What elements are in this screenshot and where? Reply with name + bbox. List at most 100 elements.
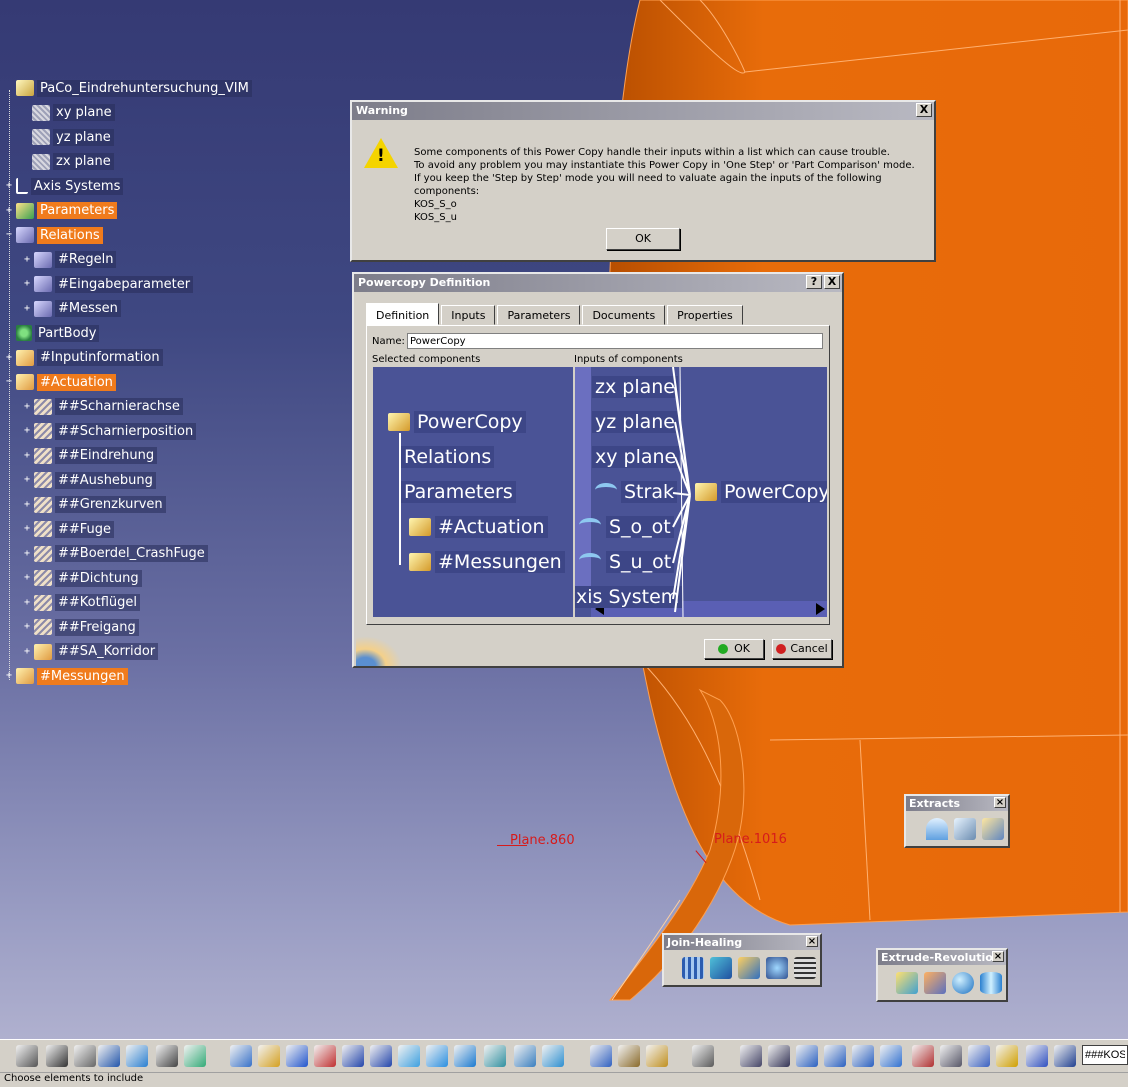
formula-icon[interactable] bbox=[16, 1045, 38, 1067]
tree-node[interactable]: + ##Dichtung bbox=[22, 568, 142, 588]
tree-node[interactable]: + Axis Systems bbox=[4, 176, 124, 196]
tree-node[interactable]: + ##Freigang bbox=[22, 617, 139, 637]
graph-node[interactable]: Relations bbox=[401, 446, 495, 468]
expand-toggle-icon[interactable]: + bbox=[22, 303, 32, 314]
tree-node[interactable]: + ##Grenzkurven bbox=[22, 495, 166, 515]
rotate-icon[interactable] bbox=[314, 1045, 336, 1067]
sketch-grid-icon[interactable] bbox=[796, 1045, 818, 1067]
expand-toggle-icon[interactable]: + bbox=[22, 279, 32, 289]
tree-node[interactable]: PaCo_Eindrehuntersuchung_VIM bbox=[4, 78, 252, 98]
update-icon[interactable] bbox=[692, 1045, 714, 1067]
param-icon[interactable] bbox=[184, 1045, 206, 1067]
graph-node[interactable]: #Messungen bbox=[435, 551, 565, 573]
layer-icon[interactable] bbox=[1054, 1045, 1076, 1067]
tree-node[interactable]: − #Actuation bbox=[4, 372, 116, 392]
tree-node[interactable]: + #Messungen bbox=[4, 666, 128, 686]
list-icon[interactable] bbox=[1026, 1045, 1048, 1067]
inertia-icon[interactable] bbox=[618, 1045, 640, 1067]
close-icon[interactable]: × bbox=[994, 797, 1006, 808]
close-icon[interactable]: × bbox=[806, 936, 818, 947]
fit-all-icon[interactable] bbox=[258, 1045, 280, 1067]
normal-view-icon[interactable] bbox=[398, 1045, 420, 1067]
graph-node[interactable]: Parameters bbox=[401, 481, 516, 503]
tree-node[interactable]: + ##Fuge bbox=[22, 519, 115, 539]
expand-toggle-icon[interactable]: + bbox=[22, 622, 32, 632]
multi-view-icon[interactable] bbox=[426, 1045, 448, 1067]
extract-icon[interactable] bbox=[954, 818, 976, 840]
disassemble-icon[interactable] bbox=[794, 957, 816, 979]
tree-node[interactable]: − Relations bbox=[4, 225, 103, 245]
rotate-axis-icon[interactable] bbox=[740, 1045, 762, 1067]
expand-toggle-icon[interactable]: + bbox=[22, 426, 32, 436]
lock-icon[interactable] bbox=[156, 1045, 178, 1067]
cylinder-icon[interactable] bbox=[980, 972, 1002, 994]
expand-toggle-icon[interactable]: + bbox=[22, 597, 32, 608]
tree-node[interactable]: + #Regeln bbox=[22, 250, 117, 270]
pan-icon[interactable] bbox=[286, 1045, 308, 1067]
tab-properties[interactable]: Properties bbox=[667, 305, 743, 325]
result-node[interactable]: PowerCopy bbox=[721, 481, 827, 503]
expand-toggle-icon[interactable]: + bbox=[22, 646, 32, 657]
tree-node[interactable]: + #Inputinformation bbox=[4, 348, 163, 368]
sweep-icon[interactable] bbox=[940, 1045, 962, 1067]
expand-toggle-icon[interactable]: + bbox=[4, 671, 14, 681]
curve-smooth-icon[interactable] bbox=[738, 957, 760, 979]
hide-show-icon[interactable] bbox=[514, 1045, 536, 1067]
tab-documents[interactable]: Documents bbox=[582, 305, 666, 325]
zoom-out-icon[interactable] bbox=[370, 1045, 392, 1067]
close-icon[interactable]: X bbox=[824, 275, 840, 289]
expand-toggle-icon[interactable]: + bbox=[4, 181, 14, 191]
tab-definition[interactable]: Definition bbox=[366, 303, 440, 325]
sphere-icon[interactable] bbox=[952, 972, 974, 994]
inputs-graph[interactable]: zx plane yz plane xy plane Strak S_o_ot … bbox=[575, 367, 827, 617]
expand-toggle-icon[interactable]: + bbox=[22, 524, 32, 534]
tree-node[interactable]: + ##Scharnierachse bbox=[22, 397, 183, 417]
help-icon[interactable]: ? bbox=[806, 275, 822, 289]
close-icon[interactable]: × bbox=[992, 951, 1004, 962]
analysis-icon[interactable] bbox=[646, 1045, 668, 1067]
ok-button[interactable]: OK bbox=[606, 228, 680, 250]
healing-icon[interactable] bbox=[710, 957, 732, 979]
expand-toggle-icon[interactable]: − bbox=[4, 377, 14, 387]
multiple-extract-icon[interactable] bbox=[982, 818, 1004, 840]
expand-toggle-icon[interactable]: + bbox=[22, 548, 32, 559]
warning-title-bar[interactable]: Warning X bbox=[352, 102, 934, 120]
ok-button[interactable]: OK bbox=[704, 639, 764, 659]
tree-node[interactable]: + ##SA_Korridor bbox=[22, 642, 159, 662]
untrim-icon[interactable] bbox=[766, 957, 788, 979]
axis-icon[interactable] bbox=[768, 1045, 790, 1067]
revolve-icon[interactable] bbox=[924, 972, 946, 994]
tree-node[interactable]: + ##Boerdel_CrashFuge bbox=[22, 544, 208, 564]
expand-toggle-icon[interactable]: + bbox=[22, 450, 32, 461]
tree-node[interactable]: + #Eingabeparameter bbox=[22, 274, 194, 294]
knowledge-icon[interactable] bbox=[74, 1045, 96, 1067]
tree-node[interactable]: + Parameters bbox=[4, 201, 118, 221]
plane-tool-icon[interactable] bbox=[852, 1045, 874, 1067]
join-icon[interactable] bbox=[682, 957, 704, 979]
toolbar-title[interactable]: Join-Healing × bbox=[664, 935, 820, 950]
graph-node[interactable]: #Actuation bbox=[435, 516, 548, 538]
graph-icon[interactable] bbox=[968, 1045, 990, 1067]
expand-toggle-icon[interactable]: + bbox=[4, 352, 14, 363]
expand-toggle-icon[interactable]: − bbox=[4, 230, 14, 240]
select-icon[interactable] bbox=[996, 1045, 1018, 1067]
expand-toggle-icon[interactable]: + bbox=[22, 499, 32, 510]
tree-node[interactable]: yz plane bbox=[20, 127, 114, 147]
tree-node[interactable]: + #Messen bbox=[22, 299, 121, 319]
expand-toggle-icon[interactable]: + bbox=[22, 254, 32, 265]
trim-icon[interactable] bbox=[912, 1045, 934, 1067]
fly-icon[interactable] bbox=[230, 1045, 252, 1067]
tree-node[interactable]: PartBody bbox=[4, 323, 100, 343]
name-field[interactable] bbox=[407, 333, 823, 349]
close-icon[interactable]: X bbox=[916, 103, 932, 117]
tree-node[interactable]: + ##Aushebung bbox=[22, 470, 156, 490]
tab-parameters[interactable]: Parameters bbox=[497, 305, 581, 325]
box-icon[interactable] bbox=[880, 1045, 902, 1067]
tree-icon[interactable] bbox=[126, 1045, 148, 1067]
iso-view-icon[interactable] bbox=[454, 1045, 476, 1067]
expand-toggle-icon[interactable]: + bbox=[22, 401, 32, 412]
selected-components-graph[interactable]: PowerCopy Relations Parameters #Actuatio… bbox=[373, 367, 573, 617]
comment-icon[interactable] bbox=[46, 1045, 68, 1067]
tree-node[interactable]: + ##Kotflügel bbox=[22, 593, 141, 613]
grid-icon[interactable] bbox=[824, 1045, 846, 1067]
